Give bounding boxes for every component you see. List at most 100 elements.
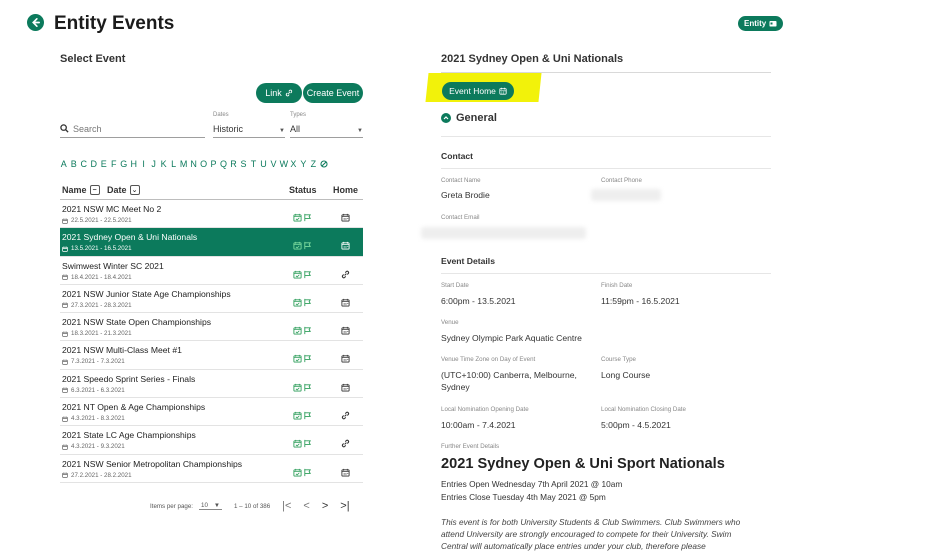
event-row[interactable]: 2021 Speedo Sprint Series - Finals 6.3.20… — [60, 370, 363, 399]
link-icon[interactable] — [341, 435, 350, 453]
link-button[interactable]: Link — [256, 83, 302, 103]
alphabet-letter[interactable]: W — [280, 159, 289, 170]
clear-filter-icon[interactable] — [320, 159, 328, 170]
alphabet-letter[interactable]: V — [270, 159, 278, 170]
name-column-header[interactable]: Name − — [62, 185, 100, 195]
first-page-icon[interactable]: |< — [282, 500, 291, 512]
alphabet-letter[interactable]: K — [160, 159, 168, 170]
calendar-icon[interactable] — [341, 379, 350, 397]
event-status — [293, 266, 312, 284]
types-select[interactable]: All ▼ — [290, 120, 363, 138]
alphabet-letter[interactable]: P — [210, 159, 218, 170]
alphabet-letter[interactable]: C — [80, 159, 88, 170]
dates-label: Dates — [213, 112, 229, 118]
calendar-icon — [62, 416, 68, 422]
event-home-label: Event Home — [449, 86, 496, 96]
link-icon[interactable] — [341, 407, 350, 425]
chevron-down-icon[interactable]: ⌄ — [129, 185, 140, 195]
calendar-check-icon — [293, 379, 302, 397]
event-dates: 18.3.2021 - 21.3.2021 — [62, 330, 132, 337]
event-status — [293, 237, 312, 255]
alphabet-letter[interactable]: S — [240, 159, 248, 170]
entity-button[interactable]: Entity — [738, 16, 784, 31]
event-row[interactable]: 2021 NSW Senior Metropolitan Championshi… — [60, 455, 363, 483]
items-per-page-value: 10 — [201, 502, 208, 509]
previous-page-icon[interactable]: < — [303, 500, 309, 512]
alphabet-letter[interactable]: T — [250, 159, 258, 170]
alphabet-letter[interactable]: X — [290, 159, 298, 170]
event-status — [293, 464, 312, 482]
event-row[interactable]: 2021 Sydney Open & Uni Nationals 13.5.202… — [60, 228, 363, 257]
date-column-header[interactable]: Date ⌄ — [107, 185, 140, 195]
event-row[interactable]: 2021 NSW MC Meet No 2 22.5.2021 - 22.5.20… — [60, 200, 363, 229]
event-row[interactable]: 2021 NT Open & Age Championships 4.3.2021… — [60, 398, 363, 427]
back-button[interactable] — [27, 14, 44, 31]
alphabet-letter[interactable]: U — [260, 159, 268, 170]
event-name: 2021 NSW Junior State Age Championships — [62, 288, 231, 299]
caret-down-icon: ▼ — [279, 128, 285, 134]
event-date-range: 6.3.2021 - 6.3.2021 — [71, 386, 125, 394]
alphabet-letter[interactable]: B — [70, 159, 78, 170]
last-page-icon[interactable]: >| — [340, 500, 349, 512]
calendar-icon[interactable] — [341, 209, 350, 227]
alphabet-letter[interactable]: A — [60, 159, 68, 170]
link-icon[interactable] — [341, 266, 350, 284]
calendar-icon — [499, 87, 507, 95]
calendar-check-icon — [293, 435, 302, 453]
event-row[interactable]: 2021 NSW State Open Championships 18.3.20… — [60, 313, 363, 342]
dates-select[interactable]: Historic ▼ — [213, 120, 285, 138]
create-event-button[interactable]: Create Event — [303, 83, 363, 103]
flag-icon — [303, 266, 312, 284]
entries-open-text: Entries Open Wednesday 7th April 2021 @ … — [441, 479, 623, 489]
event-row[interactable]: 2021 State LC Age Championships 4.3.2021 … — [60, 426, 363, 455]
calendar-icon — [62, 387, 68, 394]
event-row[interactable]: Swimwest Winter SC 2021 18.4.2021 - 18.4.… — [60, 257, 363, 285]
flag-icon — [303, 435, 312, 453]
event-status — [293, 350, 312, 368]
event-name: 2021 NSW State Open Championships — [62, 317, 212, 328]
calendar-icon — [62, 331, 68, 337]
entries-close-text: Entries Close Tuesday 4th May 2021 @ 5pm — [441, 492, 606, 502]
contact-title: Contact — [441, 151, 473, 161]
alphabet-letter[interactable]: H — [130, 159, 138, 170]
event-row[interactable]: 2021 NSW Multi-Class Meet #1 7.3.2021 - 7… — [60, 341, 363, 370]
minus-icon[interactable]: − — [89, 185, 100, 195]
calendar-check-icon — [293, 350, 302, 368]
alphabet-letter[interactable]: R — [230, 159, 238, 170]
finish-date-value: 11:59pm - 16.5.2021 — [601, 296, 680, 306]
calendar-check-icon — [293, 237, 302, 255]
event-date-range: 4.3.2021 - 9.3.2021 — [71, 443, 125, 451]
next-page-icon[interactable]: > — [322, 500, 328, 512]
alphabet-letter[interactable]: Z — [310, 159, 318, 170]
alphabet-letter[interactable]: J — [150, 159, 158, 170]
event-row[interactable]: 2021 NSW Junior State Age Championships 2… — [60, 285, 363, 314]
page-header: Entity Events Entity — [0, 0, 934, 46]
alphabet-letter[interactable]: I — [140, 159, 148, 170]
select-event-title: Select Event — [60, 53, 126, 65]
alphabet-letter[interactable]: D — [90, 159, 98, 170]
alphabet-letter[interactable]: M — [180, 159, 188, 170]
event-description: This event is for both University Studen… — [441, 517, 741, 551]
event-date-range: 27.3.2021 - 28.3.2021 — [71, 301, 132, 309]
general-section-toggle[interactable]: General — [441, 112, 497, 124]
items-per-page-select[interactable]: 10 ▼ — [199, 502, 223, 510]
calendar-icon[interactable] — [341, 237, 350, 255]
alphabet-letter[interactable]: L — [170, 159, 178, 170]
alphabet-letter[interactable]: N — [190, 159, 198, 170]
alphabet-letter[interactable]: Q — [220, 159, 228, 170]
flag-icon — [303, 294, 312, 312]
alphabet-letter[interactable]: Y — [300, 159, 308, 170]
alphabet-letter[interactable]: E — [100, 159, 108, 170]
calendar-icon[interactable] — [341, 322, 350, 340]
flag-icon — [303, 209, 312, 227]
alphabet-letter[interactable]: G — [120, 159, 128, 170]
calendar-icon[interactable] — [341, 294, 350, 312]
search-input[interactable]: Search — [60, 120, 205, 138]
alphabet-letter[interactable]: O — [200, 159, 208, 170]
alphabet-letter[interactable]: F — [110, 159, 118, 170]
calendar-icon[interactable] — [341, 464, 350, 482]
calendar-icon[interactable] — [341, 350, 350, 368]
event-date-range: 27.2.2021 - 28.2.2021 — [71, 471, 132, 479]
nomination-open-label: Local Nomination Opening Date — [441, 406, 529, 413]
event-home-button[interactable]: Event Home — [442, 82, 514, 100]
